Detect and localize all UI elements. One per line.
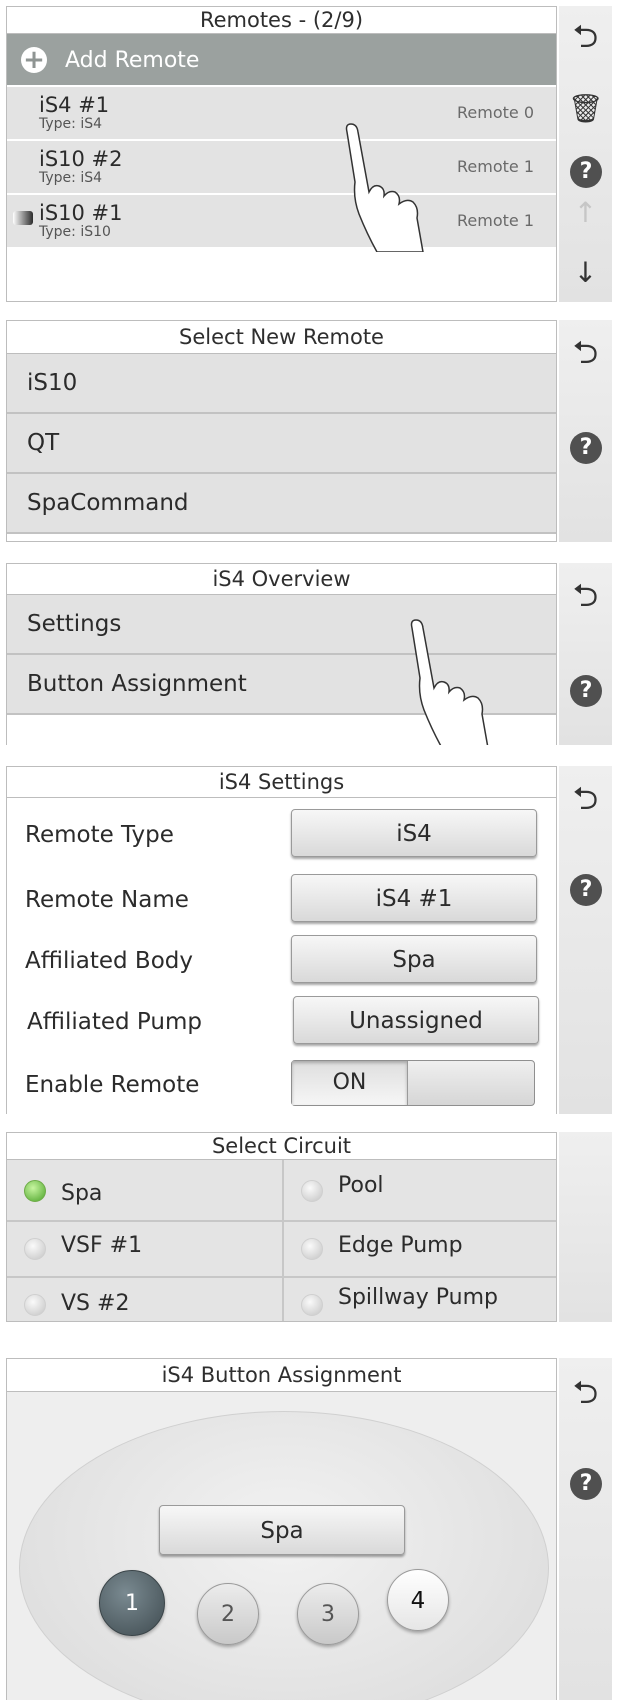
remote-type: Type: iS4 [39,170,103,186]
select-circuit-content: Select Circuit Spa Pool VSF #1 Edge Pump… [6,1132,557,1322]
overview-item-settings[interactable]: Settings [7,595,556,655]
circuit-option-vs2[interactable]: VS #2 [7,1278,282,1321]
affiliated-body-button[interactable]: Spa [291,935,537,983]
back-arrow-icon[interactable]: ⮌ [559,573,612,627]
remote-key-2[interactable]: 2 [197,1583,259,1645]
up-arrow-icon[interactable]: ↑ [559,196,612,229]
remote-slot: Remote 1 [457,211,534,230]
select-circuit-side-rail [559,1132,612,1322]
trash-icon[interactable]: 🗑 [559,92,612,125]
circuit-option-label: Pool [338,1173,384,1198]
overview-title: iS4 Overview [7,564,556,595]
enable-remote-label: Enable Remote [25,1072,200,1098]
remote-name: iS10 #1 [39,201,123,225]
select-remote-panel: Select New Remote iS10 QT SpaCommand ⮌ ? [6,320,612,542]
remote-option-is10[interactable]: iS10 [7,354,556,414]
affiliated-pump-label: Affiliated Pump [27,1009,202,1035]
select-circuit-panel: Select Circuit Spa Pool VSF #1 Edge Pump… [6,1132,612,1322]
down-arrow-icon[interactable]: ↓ [559,256,612,289]
add-remote-label: Add Remote [65,48,200,73]
remotes-panel: Remotes - (2/9) + Add Remote iS4 #1 Type… [6,6,612,302]
circuit-option-pool[interactable]: Pool [284,1160,556,1220]
select-circuit-title: Select Circuit [7,1133,556,1160]
remotes-side-rail: ⮌ 🗑 ? ↑ ↓ [559,6,612,302]
button-assignment-side-rail: ⮌ ? [559,1358,612,1700]
circuit-option-label: VS #2 [61,1291,130,1316]
remote-name-button[interactable]: iS4 #1 [291,874,537,922]
button-assignment-title: iS4 Button Assignment [7,1359,556,1392]
settings-side-rail: ⮌ ? [559,766,612,1114]
help-icon[interactable]: ? [570,156,602,188]
radio-icon [301,1180,323,1202]
radio-selected-icon [24,1180,46,1202]
settings-panel: iS4 Settings Remote Type iS4 Remote Name… [6,766,612,1114]
remote-name: iS4 #1 [39,93,110,117]
remote-type-label: Remote Type [25,822,174,848]
remote-key-1[interactable]: 1 [99,1570,165,1636]
circuit-option-label: Spillway Pump [338,1285,498,1310]
help-icon[interactable]: ? [570,432,602,464]
circuit-option-edge-pump[interactable]: Edge Pump [284,1222,556,1276]
plus-circle-icon: + [21,47,47,73]
back-arrow-icon[interactable]: ⮌ [559,776,612,830]
remote-type: Type: iS10 [39,224,111,240]
enable-remote-toggle[interactable]: ON [291,1060,535,1106]
remotes-title: Remotes - (2/9) [7,7,556,34]
select-remote-side-rail: ⮌ ? [559,320,612,542]
circuit-option-label: VSF #1 [61,1233,143,1258]
help-icon[interactable]: ? [570,1468,602,1500]
remote-type-button[interactable]: iS4 [291,809,537,857]
remote-name-label: Remote Name [25,887,189,913]
select-remote-content: Select New Remote iS10 QT SpaCommand [6,320,557,542]
overview-panel: iS4 Overview Settings Button Assignment … [6,563,612,745]
settings-content: iS4 Settings Remote Type iS4 Remote Name… [6,766,557,1114]
circuit-option-spillway-pump[interactable]: Spillway Pump [284,1278,556,1321]
remote-list-item[interactable]: iS10 #2 Type: iS4 Remote 1 [7,141,556,195]
overview-item-button-assignment[interactable]: Button Assignment [7,655,556,715]
remote-slot: Remote 1 [457,157,534,176]
radio-icon [301,1294,323,1316]
back-arrow-icon[interactable]: ⮌ [559,14,612,68]
remotes-content: Remotes - (2/9) + Add Remote iS4 #1 Type… [6,6,557,302]
overview-side-rail: ⮌ ? [559,563,612,745]
add-remote-button[interactable]: + Add Remote [7,34,556,87]
radio-icon [24,1294,46,1316]
toggle-on-segment: ON [292,1061,408,1105]
select-remote-title: Select New Remote [7,321,556,354]
circuit-option-spa[interactable]: Spa [7,1160,282,1220]
radio-icon [24,1238,46,1260]
remote-slot: Remote 0 [457,103,534,122]
remote-option-qt[interactable]: QT [7,414,556,474]
circuit-option-label: Edge Pump [338,1233,463,1258]
radio-icon [301,1238,323,1260]
help-icon[interactable]: ? [570,874,602,906]
active-indicator [13,211,33,225]
affiliated-body-label: Affiliated Body [25,948,193,974]
back-arrow-icon[interactable]: ⮌ [559,330,612,384]
button-assignment-content: iS4 Button Assignment Spa 1 2 3 4 [6,1358,557,1700]
help-icon[interactable]: ? [570,675,602,707]
remote-option-spacommand[interactable]: SpaCommand [7,474,556,534]
back-arrow-icon[interactable]: ⮌ [559,1370,612,1424]
remote-key-3[interactable]: 3 [297,1583,359,1645]
circuit-option-vsf1[interactable]: VSF #1 [7,1222,282,1276]
remote-key-4[interactable]: 4 [387,1569,449,1631]
remote-list-item[interactable]: iS4 #1 Type: iS4 Remote 0 [7,87,556,141]
remote-display-button[interactable]: Spa [159,1505,405,1555]
button-assignment-panel: iS4 Button Assignment Spa 1 2 3 4 ⮌ ? [6,1358,612,1700]
affiliated-pump-button[interactable]: Unassigned [293,996,539,1044]
remote-list-item[interactable]: iS10 #1 Type: iS10 Remote 1 [7,195,556,249]
circuit-option-label: Spa [61,1181,103,1206]
settings-title: iS4 Settings [7,767,556,798]
remote-name: iS10 #2 [39,147,123,171]
remote-type: Type: iS4 [39,116,103,132]
overview-content: iS4 Overview Settings Button Assignment [6,563,557,745]
